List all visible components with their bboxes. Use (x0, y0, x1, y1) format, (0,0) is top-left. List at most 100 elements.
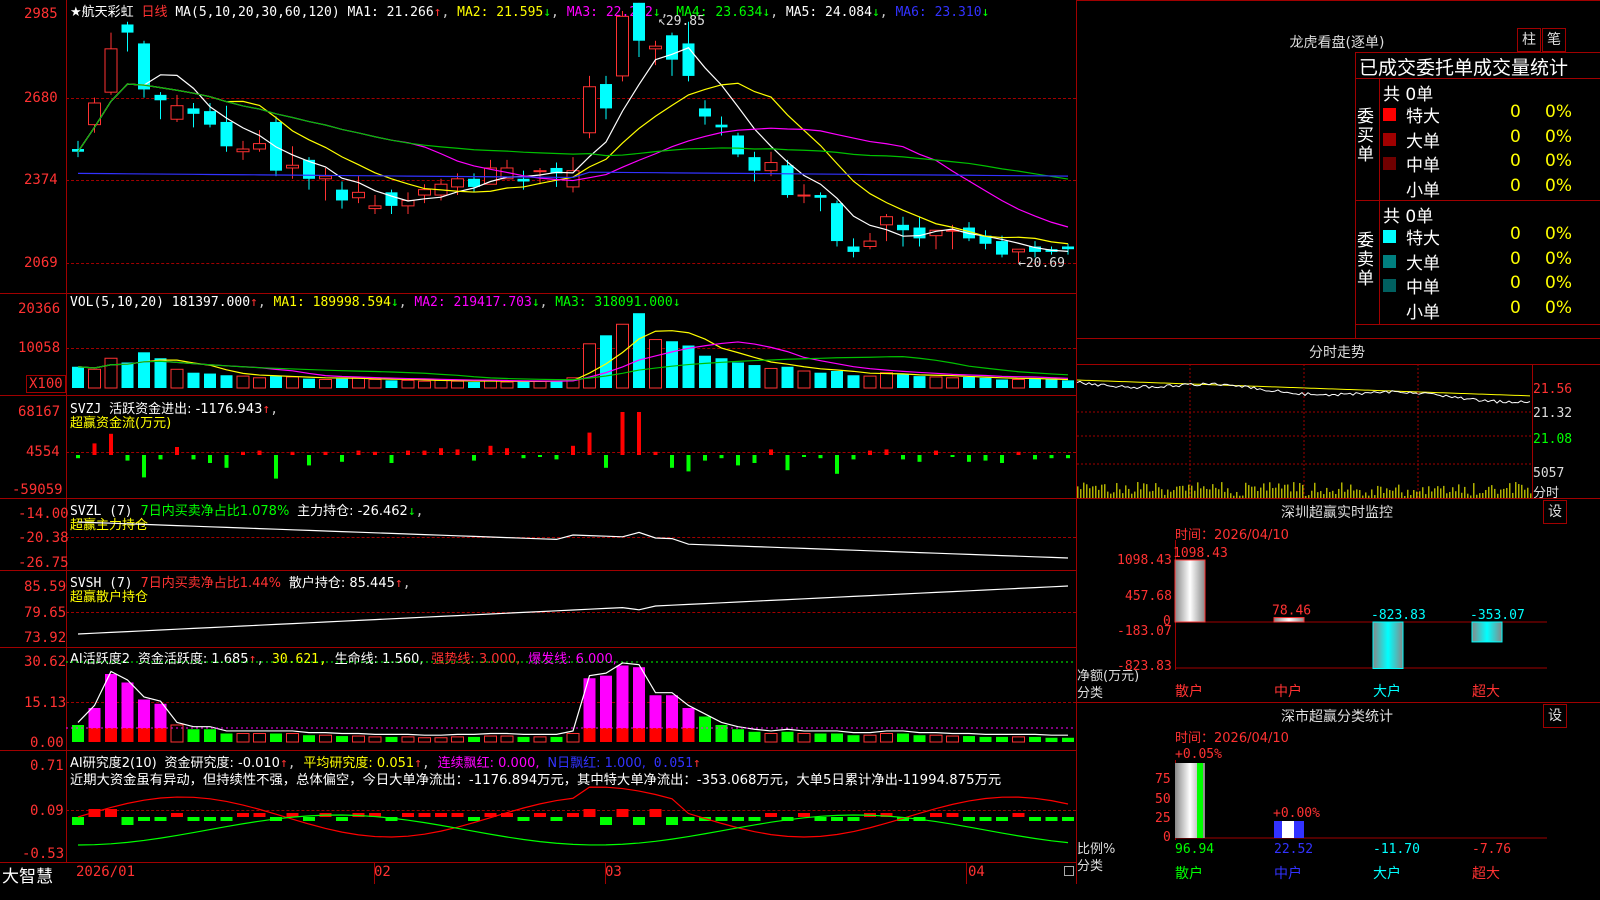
fenshi-volume-bar (1521, 485, 1523, 498)
legend-swatch (1383, 230, 1396, 243)
volume-bar (105, 358, 117, 388)
flow-bar (373, 452, 377, 455)
activity-bar (947, 736, 959, 742)
stat2-bar (1197, 763, 1203, 838)
chart-svg[interactable] (0, 0, 1076, 884)
candle-body (864, 241, 876, 246)
flow-bar (307, 455, 311, 465)
activity-bar (815, 734, 827, 743)
volume-bar (1062, 380, 1074, 388)
volume-bar (89, 369, 101, 388)
flow-bar (1066, 455, 1070, 458)
fenshi-volume-bar (1296, 491, 1298, 498)
order-percent: 0% (1545, 151, 1572, 171)
order-percent: 0% (1545, 298, 1572, 318)
fenshi-volume-bar (1083, 483, 1085, 498)
main-chart-area[interactable]: ★航天彩虹 日线 MA(5,10,20,30,60,120) MA1: 21.2… (0, 0, 1076, 884)
volume-bar (881, 373, 893, 388)
volume-bar (270, 376, 282, 388)
order-count: 0 (1510, 273, 1521, 293)
monitor-value-label: 78.46 (1272, 604, 1311, 619)
fenshi-volume-bar (1311, 491, 1313, 498)
flow-bar (984, 455, 988, 461)
order-count: 0 (1510, 298, 1521, 318)
flow-bar (538, 455, 542, 457)
volume-bar (402, 380, 414, 388)
flow-bar (456, 449, 460, 455)
volume-bar (336, 379, 348, 388)
activity-bar (848, 735, 860, 742)
activity-bar (1029, 737, 1041, 742)
legend-swatch (1383, 108, 1396, 121)
order-row: 中单 0 0% (1379, 151, 1600, 175)
fenshi-volume-bar (1518, 484, 1520, 498)
volume-bar (699, 356, 711, 388)
stat2-category-label: 大户 (1373, 865, 1401, 882)
research-bar (584, 809, 596, 817)
order-row: 特大 0 0% (1379, 102, 1600, 126)
candle-body (353, 192, 365, 197)
fenshi-volume-bar (1206, 489, 1208, 498)
flow-bar (588, 433, 592, 455)
order-percent: 0% (1545, 176, 1572, 196)
order-row: 特大 0 0% (1379, 224, 1600, 248)
order-type-label: 小单 (1406, 176, 1440, 201)
order-type-label: 特大 (1406, 102, 1440, 127)
tick-mode-button[interactable]: 笔 (1542, 28, 1566, 52)
indicator-line (78, 522, 1068, 558)
fenshi-volume-bar (1491, 485, 1493, 498)
monitor-chart[interactable]: 1098.43 散户 78.46 中户 -823.83 大户 -353.07 超大 (1077, 540, 1600, 700)
candle-body (518, 179, 530, 182)
fenshi-volume-bar (1128, 489, 1130, 498)
activity-bar (221, 734, 233, 743)
research-bar (716, 817, 728, 821)
right-panel: 龙虎看盘(逐单) 柱 笔 已成交委托单成交量统计 委买单 委卖单 共 0单 共 … (1077, 0, 1600, 900)
bar-mode-button[interactable]: 柱 (1517, 28, 1541, 52)
volume-bar (204, 374, 216, 388)
activity-bar (237, 734, 249, 743)
monitor-bar (1373, 622, 1403, 669)
flow-bar (340, 455, 344, 462)
indicator-line (78, 663, 1068, 735)
flow-bar (637, 412, 641, 455)
activity-bar (369, 737, 381, 742)
activity-bar (303, 735, 315, 742)
candle-body (699, 108, 711, 116)
flow-bar (505, 448, 509, 455)
activity-bar (204, 729, 216, 742)
flow-bar (159, 455, 163, 459)
fenshi-volume-bar (1269, 482, 1271, 498)
research-bar (435, 813, 447, 817)
fenshi-volume-bar (1347, 490, 1349, 498)
fenshi-volume-bar (1209, 489, 1211, 498)
activity-bar (963, 736, 975, 742)
fenshi-volume-bar (1188, 485, 1190, 498)
activity-bar (683, 728, 695, 742)
stat2-value-label: 22.52 (1274, 842, 1313, 857)
monitor-bar (1175, 560, 1205, 622)
activity-bar (600, 728, 612, 742)
candle-body (848, 246, 860, 251)
fenshi-volume-bar (1077, 486, 1079, 498)
stat2-chart[interactable]: 96.94 散户 22.52 中户 -11.70 大户 -7.76 超大 +0.05% +0.00… (1077, 740, 1600, 900)
monitor-category-label: 散户 (1175, 683, 1203, 700)
flow-bar (423, 451, 427, 455)
candle-body (369, 206, 381, 209)
flow-bar (390, 455, 394, 463)
candle-body (419, 190, 431, 195)
fenshi-chart[interactable] (1077, 364, 1532, 498)
fenshi-volume-bar (1197, 482, 1199, 498)
order-percent: 0% (1545, 273, 1572, 293)
stat2-top-label: +0.05% (1175, 747, 1222, 762)
stat2-category-label: 散户 (1175, 865, 1203, 882)
stat2-settings-button[interactable]: 设 (1543, 704, 1567, 728)
fenshi-volume-bar (1095, 486, 1097, 498)
monitor-settings-button[interactable]: 设 (1543, 500, 1567, 524)
flow-bar (324, 452, 328, 455)
stat2-top-label: +0.00% (1273, 806, 1320, 821)
flow-bar (1050, 455, 1054, 458)
volume-bar (72, 367, 84, 388)
volume-bar (749, 365, 761, 388)
flow-bar (802, 455, 806, 457)
flow-bar (555, 455, 559, 459)
